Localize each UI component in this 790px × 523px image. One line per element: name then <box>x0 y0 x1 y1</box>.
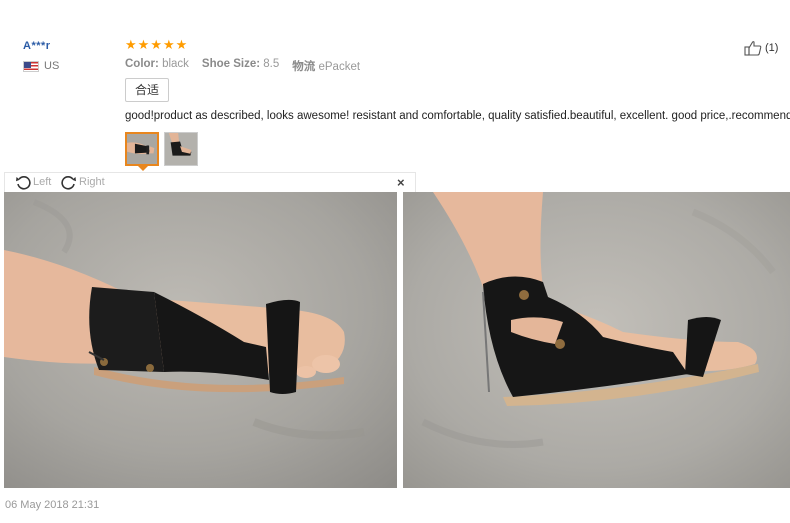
review-photo-2-image <box>403 192 790 488</box>
rotate-left-icon <box>16 176 31 190</box>
shipping-value: ePacket <box>318 61 361 73</box>
star-icon: ★ <box>175 37 188 52</box>
star-icon: ★ <box>125 37 137 52</box>
rotate-left-button[interactable]: Left <box>15 174 51 190</box>
active-thumbnail-caret <box>138 166 148 171</box>
review-photo-1-image <box>4 192 397 488</box>
close-viewer-button[interactable]: × <box>397 175 405 190</box>
rotate-right-icon <box>61 176 76 190</box>
review-thumbnail-2[interactable] <box>164 132 198 166</box>
size-label: Shoe Size: <box>201 58 261 70</box>
star-icon: ★ <box>162 37 175 52</box>
star-icon: ★ <box>137 37 150 52</box>
size-value: 8.5 <box>263 58 280 70</box>
order-attributes: Color: black Shoe Size: 8.5 物流 ePacket <box>125 58 360 74</box>
star-rating: ★ ★ ★ ★ ★ <box>125 38 187 52</box>
review-thumbnails <box>125 132 198 166</box>
shipping-attribute: 物流 ePacket <box>292 58 360 74</box>
review-text: good!product as described, looks awesome… <box>125 110 790 122</box>
thumbnail-image-2 <box>165 133 197 165</box>
review-photo-2 <box>403 192 790 488</box>
review-photo-1 <box>4 192 397 488</box>
review-date: 06 May 2018 21:31 <box>5 499 100 511</box>
us-flag-icon <box>23 60 39 72</box>
fit-tag-button[interactable]: 合适 <box>125 78 170 102</box>
helpful-count: (1) <box>765 42 779 54</box>
color-attribute: Color: black <box>125 58 189 74</box>
star-icon: ★ <box>150 37 162 52</box>
rotate-right-label: Right <box>79 176 105 188</box>
reviewer-country: US <box>23 60 59 72</box>
thumbs-up-icon <box>744 41 762 56</box>
shipping-label: 物流 <box>292 61 316 73</box>
helpful-button[interactable]: (1) <box>744 40 778 56</box>
country-label: US <box>44 60 60 72</box>
rotate-right-button[interactable]: Right <box>61 174 105 190</box>
size-attribute: Shoe Size: 8.5 <box>202 58 279 74</box>
reviewer-name: A***r <box>23 40 51 52</box>
rotate-left-label: Left <box>33 176 52 188</box>
color-value: black <box>162 58 189 70</box>
image-viewer-toolbar: Left Right × <box>4 172 416 192</box>
color-label: Color: <box>125 58 159 70</box>
thumbnail-image-1 <box>127 134 157 164</box>
review-thumbnail-1[interactable] <box>125 132 159 166</box>
